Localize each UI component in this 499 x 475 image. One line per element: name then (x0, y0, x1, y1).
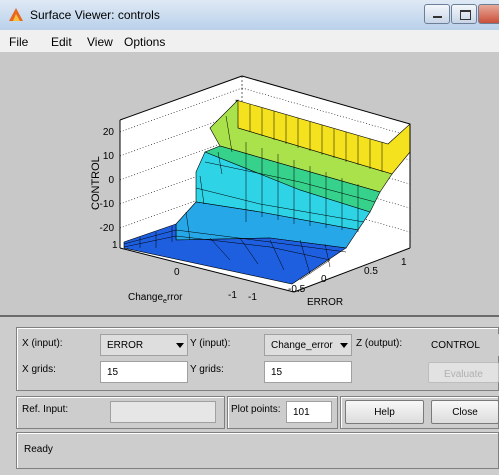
help-button[interactable]: Help (345, 400, 424, 424)
z-axis-label: CONTROL (90, 156, 102, 210)
z-tick-label: 20 (103, 127, 115, 138)
chevron-down-icon (340, 343, 348, 348)
ref-input-field[interactable] (110, 401, 216, 423)
error-tick-label: 0.5 (364, 266, 378, 277)
status-frame (16, 432, 499, 469)
ref-input-label: Ref. Input: (22, 404, 69, 415)
error-tick-label: -0.5 (288, 284, 306, 295)
close-window-button[interactable] (478, 4, 499, 24)
x-input-value: ERROR (107, 340, 144, 351)
x-grids-label: X grids: (22, 364, 56, 375)
plot-points-label: Plot points: (231, 404, 281, 415)
z-tick-label: -20 (100, 223, 115, 234)
y-axis-label: Changeerror (128, 292, 183, 305)
close-button[interactable]: Close (431, 400, 499, 424)
error-tick-label: 0 (321, 274, 327, 285)
z-output-select[interactable]: CONTROL (424, 334, 499, 356)
y-input-value: Change_error (271, 340, 333, 351)
evaluate-button[interactable]: Evaluate (428, 362, 499, 383)
maximize-button[interactable] (451, 4, 477, 24)
y-input-select[interactable]: Change_error (264, 334, 352, 356)
change-tick-label: 1 (112, 240, 118, 251)
menu-edit[interactable]: Edit (51, 35, 72, 49)
minimize-button[interactable] (424, 4, 450, 24)
y-grids-input[interactable]: 15 (264, 361, 352, 383)
x-grids-input[interactable]: 15 (100, 361, 188, 383)
x-axis-label: ERROR (307, 297, 343, 308)
window-title: Surface Viewer: controls (30, 8, 160, 22)
maximize-icon (460, 10, 471, 20)
matlab-icon (9, 8, 23, 21)
menu-file[interactable]: File (9, 35, 28, 49)
menu-bar (0, 30, 499, 52)
menu-options[interactable]: Options (124, 35, 165, 49)
y-grids-label: Y grids: (190, 364, 224, 375)
z-tick-label: 10 (103, 151, 115, 162)
status-text: Ready (24, 444, 53, 455)
surface-plot[interactable]: 20 10 0 -10 -20 CONTROL 1 0 -1 1 0.5 0 -… (0, 52, 499, 315)
x-input-label: X (input): (22, 338, 63, 349)
menu-view[interactable]: View (87, 35, 113, 49)
error-tick-label: -1 (248, 292, 257, 303)
z-output-label: Z (output): (356, 338, 403, 349)
y-input-label: Y (input): (190, 338, 231, 349)
plot-points-input[interactable]: 101 (286, 401, 332, 423)
change-tick-label: 0 (174, 267, 180, 278)
z-tick-label: 0 (108, 175, 114, 186)
x-input-select[interactable]: ERROR (100, 334, 188, 356)
z-output-value: CONTROL (431, 340, 480, 351)
minimize-icon (433, 16, 442, 18)
change-tick-label: -1 (228, 290, 237, 301)
error-tick-label: 1 (401, 257, 407, 268)
chevron-down-icon (176, 343, 184, 348)
